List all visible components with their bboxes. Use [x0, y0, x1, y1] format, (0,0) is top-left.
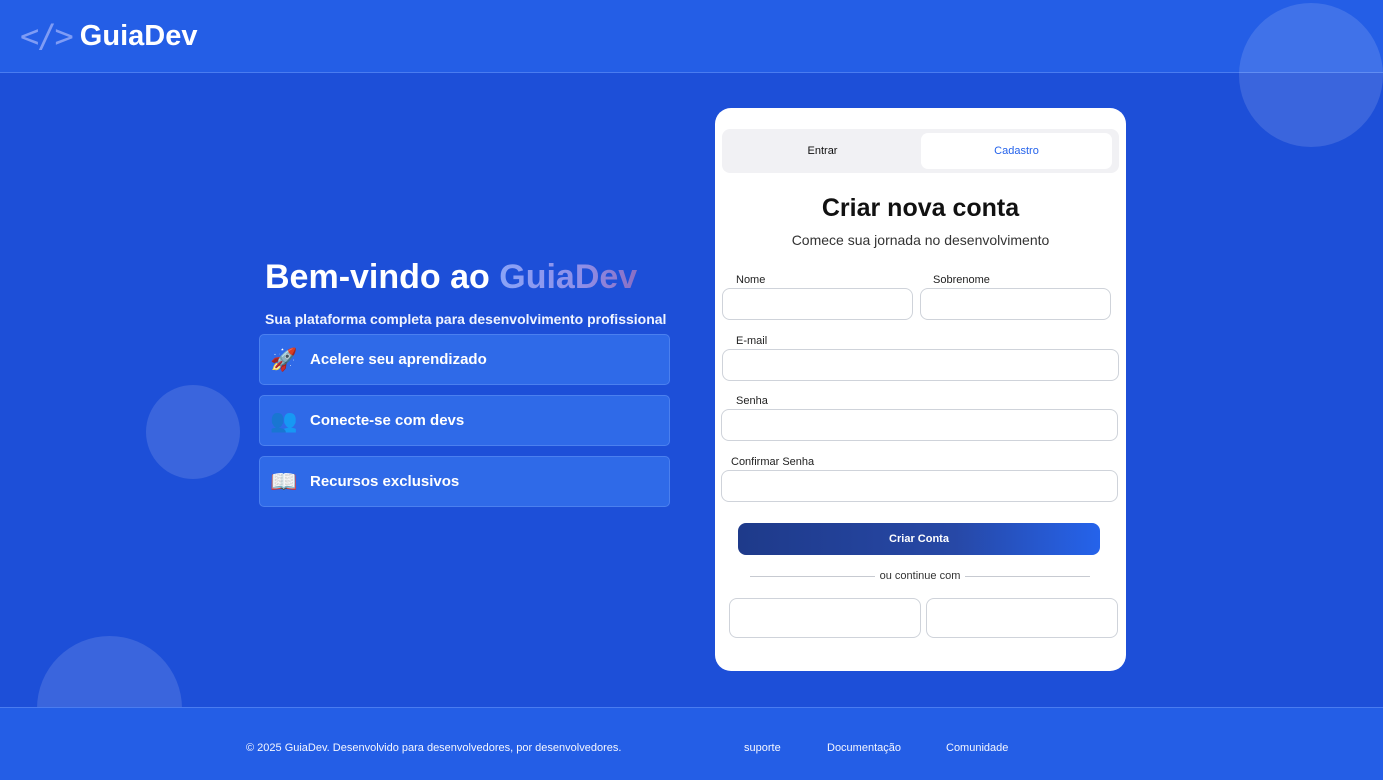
- top-header: </> GuiaDev: [0, 0, 1383, 73]
- feature-card-learning: 🚀 Acelere seu aprendizado: [259, 334, 670, 385]
- logo-text: GuiaDev: [79, 19, 198, 52]
- hero-title-brand: GuiaDev: [499, 258, 638, 296]
- divider-line: [750, 575, 875, 577]
- feature-label: Recursos exclusivos: [310, 473, 460, 490]
- email-label: E-mail: [736, 335, 768, 347]
- divider-line: [965, 575, 1090, 577]
- register-card: Entrar Cadastro Criar nova conta Comece …: [715, 108, 1126, 671]
- confirm-password-input[interactable]: [721, 470, 1118, 502]
- form-subtitle: Comece sua jornada no desenvolvimento: [791, 232, 1050, 248]
- confirm-password-label: Confirmar Senha: [731, 456, 815, 468]
- last-name-input[interactable]: [920, 288, 1111, 320]
- social-login-button-1[interactable]: [729, 598, 921, 638]
- book-icon: 📖: [270, 468, 298, 494]
- footer-copyright: © 2025 GuiaDev. Desenvolvido para desenv…: [246, 742, 622, 754]
- form-title: Criar nova conta: [821, 194, 1020, 222]
- logo[interactable]: </> GuiaDev: [20, 17, 197, 55]
- feature-label: Acelere seu aprendizado: [310, 351, 487, 368]
- password-label: Senha: [736, 395, 768, 407]
- hero-title-prefix: Bem-vindo ao: [265, 258, 500, 296]
- code-icon: </>: [20, 17, 74, 55]
- tab-login[interactable]: Entrar: [727, 133, 918, 169]
- footer-link-support[interactable]: suporte: [744, 742, 781, 754]
- people-icon: 👥: [270, 407, 298, 433]
- email-input[interactable]: [722, 349, 1119, 381]
- hero-title: Bem-vindo ao GuiaDev: [265, 258, 666, 297]
- social-login-button-2[interactable]: [926, 598, 1118, 638]
- decorative-circle: [1239, 3, 1383, 147]
- feature-label: Conecte-se com devs: [310, 412, 465, 429]
- divider-text: ou continue com: [879, 570, 961, 582]
- password-input[interactable]: [721, 409, 1118, 441]
- tab-register[interactable]: Cadastro: [921, 133, 1112, 169]
- decorative-circle: [146, 385, 240, 479]
- create-account-button[interactable]: Criar Conta: [738, 523, 1100, 555]
- first-name-label: Nome: [736, 274, 766, 286]
- footer-link-docs[interactable]: Documentação: [827, 742, 901, 754]
- first-name-input[interactable]: [722, 288, 913, 320]
- hero-section: Bem-vindo ao GuiaDev Sua plataforma comp…: [265, 258, 666, 327]
- footer-link-community[interactable]: Comunidade: [946, 742, 1008, 754]
- auth-tabs: Entrar Cadastro: [722, 129, 1119, 173]
- social-divider: ou continue com: [750, 570, 1090, 582]
- footer: © 2025 GuiaDev. Desenvolvido para desenv…: [0, 707, 1383, 780]
- feature-card-resources: 📖 Recursos exclusivos: [259, 456, 670, 507]
- feature-card-connect: 👥 Conecte-se com devs: [259, 395, 670, 446]
- hero-subtitle: Sua plataforma completa para desenvolvim…: [265, 311, 667, 327]
- last-name-label: Sobrenome: [933, 274, 990, 286]
- rocket-icon: 🚀: [270, 346, 298, 372]
